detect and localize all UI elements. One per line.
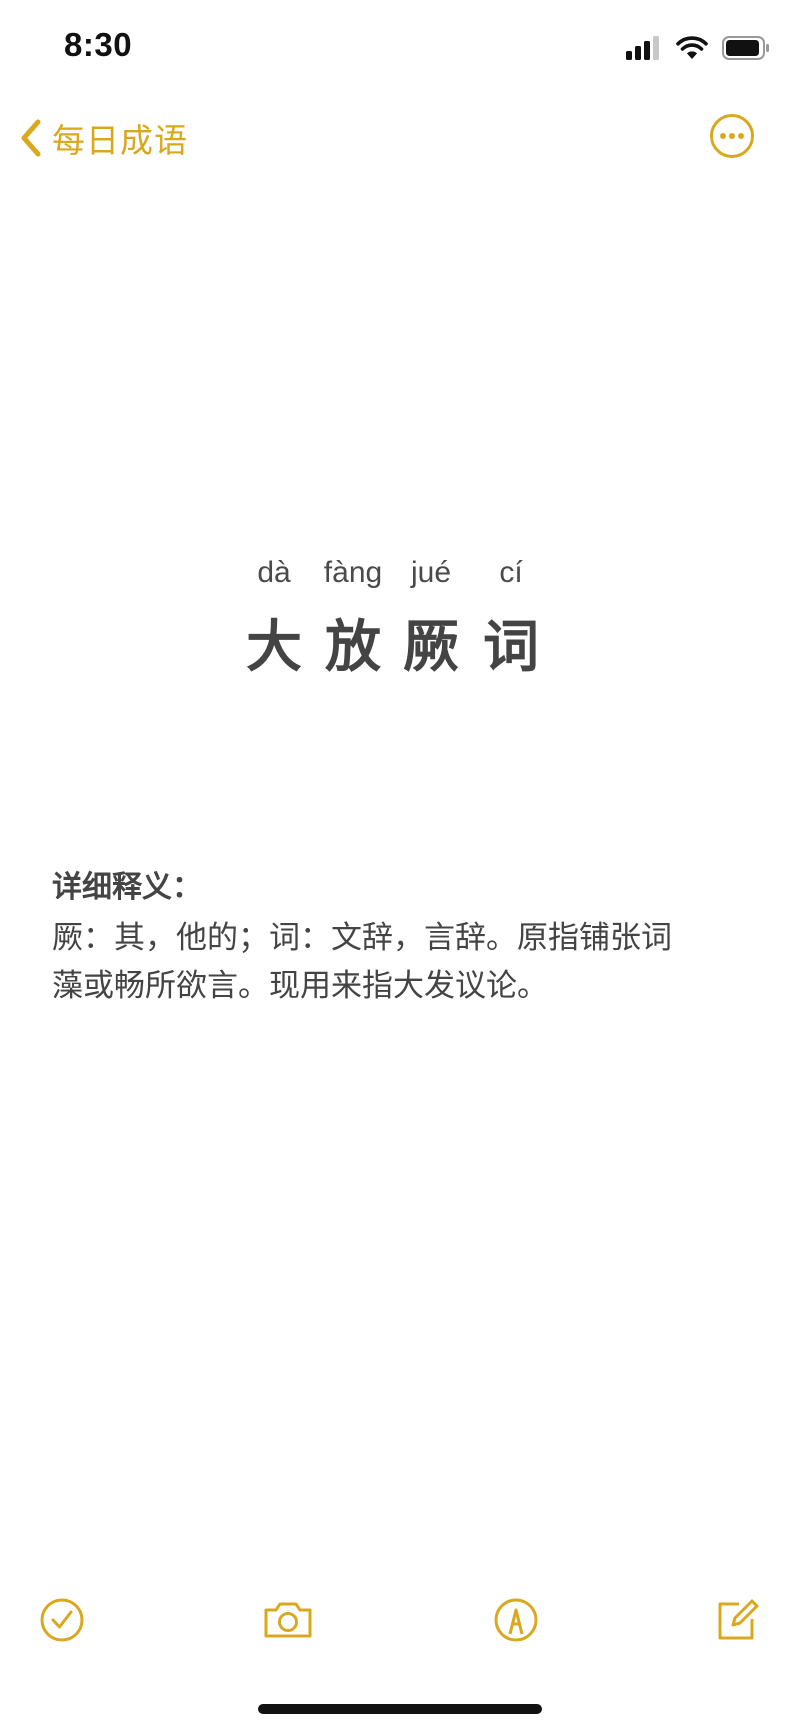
pinyin-syllable: cí bbox=[499, 556, 523, 589]
status-bar: 8:30 bbox=[0, 0, 800, 96]
wifi-icon bbox=[676, 36, 708, 60]
pinyin-syllable: fàng bbox=[323, 556, 383, 589]
markup-button[interactable] bbox=[486, 1590, 546, 1650]
checklist-button[interactable] bbox=[32, 1590, 92, 1650]
idiom-block: dà fàng jué cí 大 放 厥 词 bbox=[0, 556, 800, 682]
home-indicator bbox=[258, 1704, 542, 1714]
chevron-left-icon bbox=[20, 119, 42, 157]
compose-button[interactable] bbox=[706, 1590, 766, 1650]
bottom-toolbar bbox=[0, 1590, 800, 1660]
idiom-title: 大 放 厥 词 bbox=[0, 602, 800, 682]
camera-icon bbox=[258, 1602, 318, 1654]
idiom-character: 厥 bbox=[403, 615, 459, 680]
checklist-icon bbox=[32, 1598, 92, 1654]
definition-text-line: 厥：其，他的；词：文辞，言辞。原指铺张词 bbox=[52, 920, 672, 956]
ellipsis-circle-icon bbox=[708, 114, 756, 164]
back-button[interactable]: 每日成语 bbox=[20, 110, 188, 166]
idiom-character: 词 bbox=[483, 615, 539, 680]
cellular-signal-icon bbox=[626, 36, 662, 60]
camera-button[interactable] bbox=[258, 1590, 318, 1650]
definition-heading: 详细释义： bbox=[52, 870, 202, 905]
definition-text-line: 藻或畅所欲言。现用来指大发议论。 bbox=[52, 968, 548, 1004]
more-options-button[interactable] bbox=[708, 112, 756, 160]
pinyin-syllable: dà bbox=[257, 556, 291, 589]
idiom-character: 大 bbox=[246, 615, 302, 680]
pinyin-syllable: jué bbox=[410, 556, 452, 589]
definition-section: 详细释义： 厥：其，他的；词：文辞，言辞。原指铺张词 藻或畅所欲言。现用来指大发… bbox=[52, 862, 752, 1010]
pinyin-row: dà fàng jué cí bbox=[0, 556, 800, 596]
idiom-character: 放 bbox=[325, 615, 381, 680]
status-time: 8:30 bbox=[64, 26, 133, 63]
back-label: 每日成语 bbox=[52, 121, 188, 160]
battery-icon bbox=[722, 36, 770, 60]
markup-icon bbox=[486, 1598, 546, 1654]
compose-icon bbox=[706, 1599, 766, 1654]
status-icons bbox=[626, 36, 770, 60]
